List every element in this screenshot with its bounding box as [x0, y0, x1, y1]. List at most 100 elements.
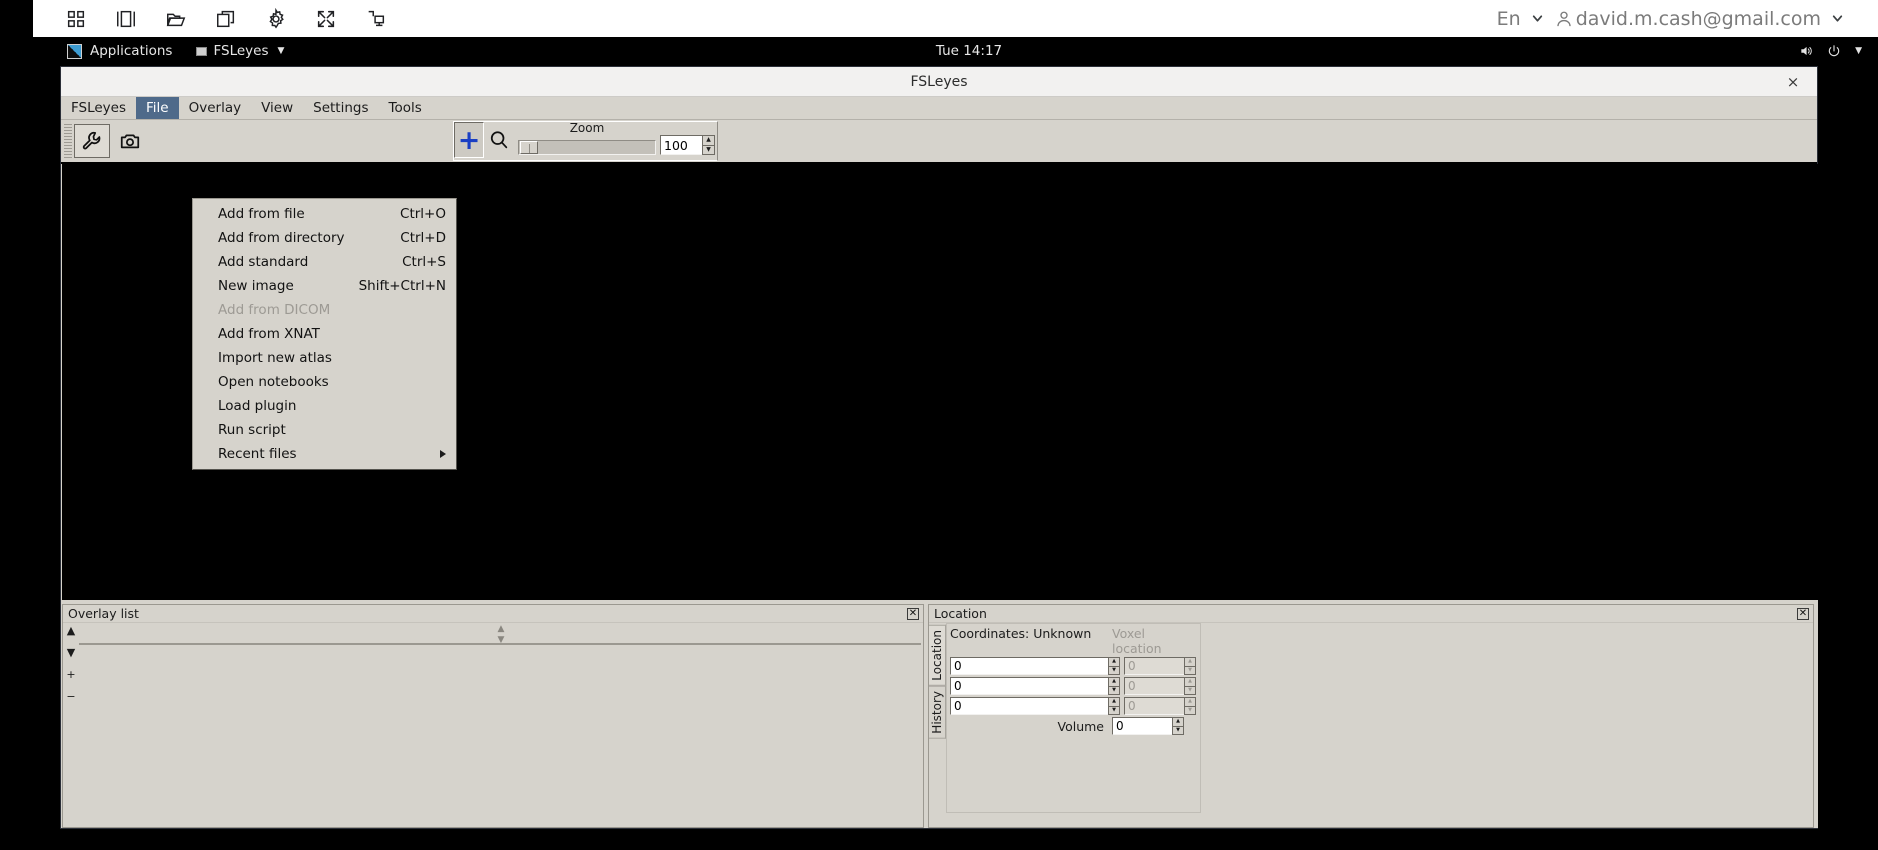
menu-item-recent-files[interactable]: Recent files — [193, 442, 456, 466]
zoom-mode-button[interactable] — [484, 122, 514, 158]
menu-item-accel: Ctrl+O — [400, 206, 446, 222]
menu-item-add-from-directory[interactable]: Add from directory Ctrl+D — [193, 226, 456, 250]
voxel-y-up-button: ▲ — [1184, 677, 1196, 687]
remove-overlay-button[interactable]: − — [66, 691, 75, 702]
apps-grid-icon[interactable] — [65, 8, 87, 30]
world-z-up-button[interactable]: ▲ — [1108, 697, 1120, 707]
menu-item-label: Import new atlas — [218, 350, 332, 366]
menu-item-label: Add from file — [218, 206, 305, 222]
volume-icon[interactable] — [1799, 44, 1813, 58]
menu-item-accel: Shift+Ctrl+N — [358, 278, 446, 294]
world-y-field[interactable]: 0 ▲ ▼ — [950, 677, 1120, 695]
applications-menu-label[interactable]: Applications — [90, 43, 172, 59]
menubar: FSLeyes File Overlay View Settings Tools — [61, 97, 1817, 120]
world-z-field[interactable]: 0 ▲ ▼ — [950, 697, 1120, 715]
overlay-list-controls: ▲ ▼ + − — [63, 623, 79, 813]
world-y-up-button[interactable]: ▲ — [1108, 677, 1120, 687]
toolbar-screenshot-button[interactable] — [112, 124, 148, 158]
taskbar-window-button[interactable]: FSLeyes ▼ — [196, 43, 284, 59]
account-menu[interactable]: david.m.cash@gmail.com — [1554, 8, 1821, 30]
zoom-input[interactable]: 100 — [660, 135, 702, 155]
volume-spinner: ▲ ▼ — [1172, 717, 1184, 735]
menu-item-add-from-xnat[interactable]: Add from XNAT — [193, 322, 456, 346]
power-icon[interactable] — [1827, 44, 1841, 58]
menu-item-accel: Ctrl+D — [400, 230, 446, 246]
world-z-down-button[interactable]: ▼ — [1108, 706, 1120, 715]
zoom-slider-thumb[interactable] — [520, 141, 538, 154]
menu-item-add-standard[interactable]: Add standard Ctrl+S — [193, 250, 456, 274]
volume-down-button[interactable]: ▼ — [1172, 726, 1184, 735]
menu-item-label: Load plugin — [218, 398, 297, 414]
toolbar-drag-handle[interactable] — [64, 124, 72, 158]
add-overlay-button[interactable]: + — [66, 669, 75, 680]
world-y-input[interactable]: 0 — [950, 677, 1108, 695]
menu-view[interactable]: View — [251, 97, 303, 119]
overlay-list-header: Overlay list — [63, 605, 923, 623]
menu-item-add-from-dicom: Add from DICOM — [193, 298, 456, 322]
world-x-input[interactable]: 0 — [950, 657, 1108, 675]
overlay-list-panel: Overlay list ✕ ▲ ▼ + − ▲ ▼ — [62, 604, 924, 828]
location-empty-area — [1201, 623, 1813, 813]
toolbar-settings-button[interactable] — [74, 124, 110, 158]
chevron-down-icon-account[interactable] — [1831, 12, 1844, 25]
volume-up-button[interactable]: ▲ — [1172, 717, 1184, 727]
system-tray: ▼ — [1799, 44, 1862, 58]
world-y-down-button[interactable]: ▼ — [1108, 686, 1120, 695]
account-email: david.m.cash@gmail.com — [1575, 7, 1821, 30]
move-up-button[interactable]: ▲ — [67, 625, 75, 636]
split-view-icon[interactable] — [115, 8, 137, 30]
zoom-slider[interactable] — [518, 140, 656, 155]
menu-item-new-image[interactable]: New image Shift+Ctrl+N — [193, 274, 456, 298]
tab-history[interactable]: History — [929, 685, 946, 739]
menu-item-open-notebooks[interactable]: Open notebooks — [193, 370, 456, 394]
crosshair-mode-button[interactable]: + — [454, 122, 484, 158]
zoom-increment-button[interactable]: ▲ — [702, 135, 715, 146]
menu-item-run-script[interactable]: Run script — [193, 418, 456, 442]
location-row-z: 0 ▲ ▼ 0 ▲ ▼ — [950, 697, 1197, 715]
copy-window-icon[interactable] — [215, 8, 237, 30]
scroll-up-marker[interactable]: ▲ — [498, 625, 505, 634]
menu-overlay[interactable]: Overlay — [179, 97, 251, 119]
move-down-button[interactable]: ▼ — [67, 647, 75, 658]
world-z-input[interactable]: 0 — [950, 697, 1108, 715]
chevron-down-icon-tray[interactable]: ▼ — [1855, 46, 1862, 56]
world-x-field[interactable]: 0 ▲ ▼ — [950, 657, 1120, 675]
menu-item-add-from-file[interactable]: Add from file Ctrl+O — [193, 202, 456, 226]
world-x-up-button[interactable]: ▲ — [1108, 657, 1120, 667]
folder-open-icon[interactable] — [165, 8, 187, 30]
location-fields: Coordinates: Unknown Voxel location 0 ▲ … — [946, 623, 1201, 813]
applications-menu-icon[interactable] — [67, 43, 82, 59]
location-panel: Location ✕ Location History Coordinates:… — [928, 604, 1814, 828]
window-titlebar: FSLeyes × — [61, 67, 1817, 97]
menu-item-load-plugin[interactable]: Load plugin — [193, 394, 456, 418]
browser-toolbar-icons — [65, 7, 387, 30]
language-indicator[interactable]: En — [1497, 8, 1521, 30]
menu-fsleyes[interactable]: FSLeyes — [61, 97, 136, 119]
desktop-panel: Applications FSLeyes ▼ Tue 14:17 ▼ — [60, 37, 1878, 65]
voxel-x-up-button: ▲ — [1184, 657, 1196, 667]
volume-input[interactable]: 0 — [1112, 717, 1172, 735]
scroll-down-marker[interactable]: ▼ — [498, 636, 505, 645]
remote-desktop-icon[interactable] — [365, 8, 387, 30]
menu-tools[interactable]: Tools — [379, 97, 432, 119]
window-close-button[interactable]: × — [1781, 67, 1805, 97]
voxel-x-field: 0 ▲ ▼ — [1124, 657, 1196, 675]
window-icon — [196, 46, 208, 56]
tab-location[interactable]: Location — [929, 625, 946, 686]
volume-field[interactable]: 0 ▲ ▼ — [1112, 717, 1184, 735]
coordinates-header: Coordinates: Unknown — [950, 626, 1092, 641]
gear-icon[interactable] — [265, 7, 287, 30]
location-close-button[interactable]: ✕ — [1797, 608, 1809, 620]
volume-label: Volume — [1057, 718, 1105, 734]
world-x-down-button[interactable]: ▼ — [1108, 666, 1120, 675]
location-header: Location — [929, 605, 1813, 623]
fullscreen-icon[interactable] — [315, 8, 337, 30]
menu-file[interactable]: File — [136, 97, 179, 119]
zoom-decrement-button[interactable]: ▼ — [702, 145, 715, 155]
zoom-label: Zoom — [569, 121, 605, 135]
clock: Tue 14:17 — [935, 43, 1003, 59]
overlay-list-close-button[interactable]: ✕ — [907, 608, 919, 620]
menu-item-import-new-atlas[interactable]: Import new atlas — [193, 346, 456, 370]
menu-settings[interactable]: Settings — [303, 97, 378, 119]
chevron-down-icon[interactable] — [1531, 12, 1544, 25]
